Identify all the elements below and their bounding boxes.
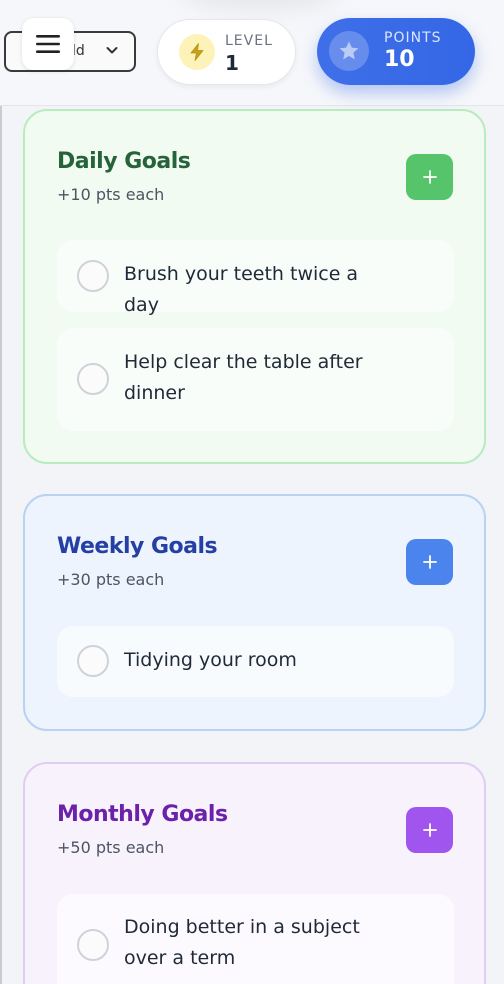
menu-icon (36, 35, 60, 53)
add-daily-goal-button[interactable] (406, 154, 453, 200)
points-label: POINTS (384, 30, 442, 46)
plus-icon (422, 170, 437, 184)
plus-icon (422, 555, 437, 569)
section-title: Weekly Goals (57, 534, 218, 559)
level-label: LEVEL (225, 33, 273, 49)
points-icon-wrap (329, 31, 369, 71)
goal-checkbox[interactable] (77, 929, 109, 961)
goal-text: Tidying your room (124, 649, 297, 671)
goal-item[interactable]: Tidying your room (57, 626, 454, 697)
section-title: Daily Goals (57, 149, 191, 174)
daily-goals-section: Daily Goals +10 pts each Brush your teet… (23, 109, 486, 464)
section-title: Monthly Goals (57, 802, 228, 827)
goal-item[interactable]: Brush your teeth twice a day (57, 240, 454, 316)
section-subtitle: +30 pts each (57, 570, 165, 589)
section-subtitle: +10 pts each (57, 185, 165, 204)
level-value: 1 (225, 51, 239, 75)
app-header: ld LEVEL 1 POINTS 10 (0, 0, 504, 106)
goal-checkbox[interactable] (77, 645, 109, 677)
plus-icon (422, 823, 437, 837)
goal-checkbox[interactable] (77, 260, 109, 292)
points-value: 10 (384, 47, 415, 72)
goal-text: Help clear the table after dinner (124, 351, 363, 404)
menu-button[interactable] (22, 18, 74, 70)
goal-item[interactable]: Doing better in a subject over a term (57, 894, 454, 984)
level-badge: LEVEL 1 (157, 19, 296, 85)
goal-item[interactable]: Help clear the table after dinner (57, 328, 454, 431)
level-icon-wrap (179, 34, 215, 70)
goal-text: Brush your teeth twice a day (124, 263, 359, 316)
star-icon (339, 41, 359, 60)
add-weekly-goal-button[interactable] (406, 539, 453, 585)
section-subtitle: +50 pts each (57, 838, 165, 857)
add-monthly-goal-button[interactable] (406, 807, 453, 853)
monthly-goals-section: Monthly Goals +50 pts each Doing better … (23, 762, 486, 984)
goal-checkbox[interactable] (77, 363, 109, 395)
points-badge: POINTS 10 (317, 18, 475, 85)
chevron-down-icon (106, 47, 118, 54)
window-edge (0, 0, 2, 984)
weekly-goals-section: Weekly Goals +30 pts each Tidying your r… (23, 494, 486, 731)
goal-text: Doing better in a subject over a term (124, 916, 360, 969)
lightning-icon (190, 43, 204, 61)
header-glow (180, 0, 340, 10)
